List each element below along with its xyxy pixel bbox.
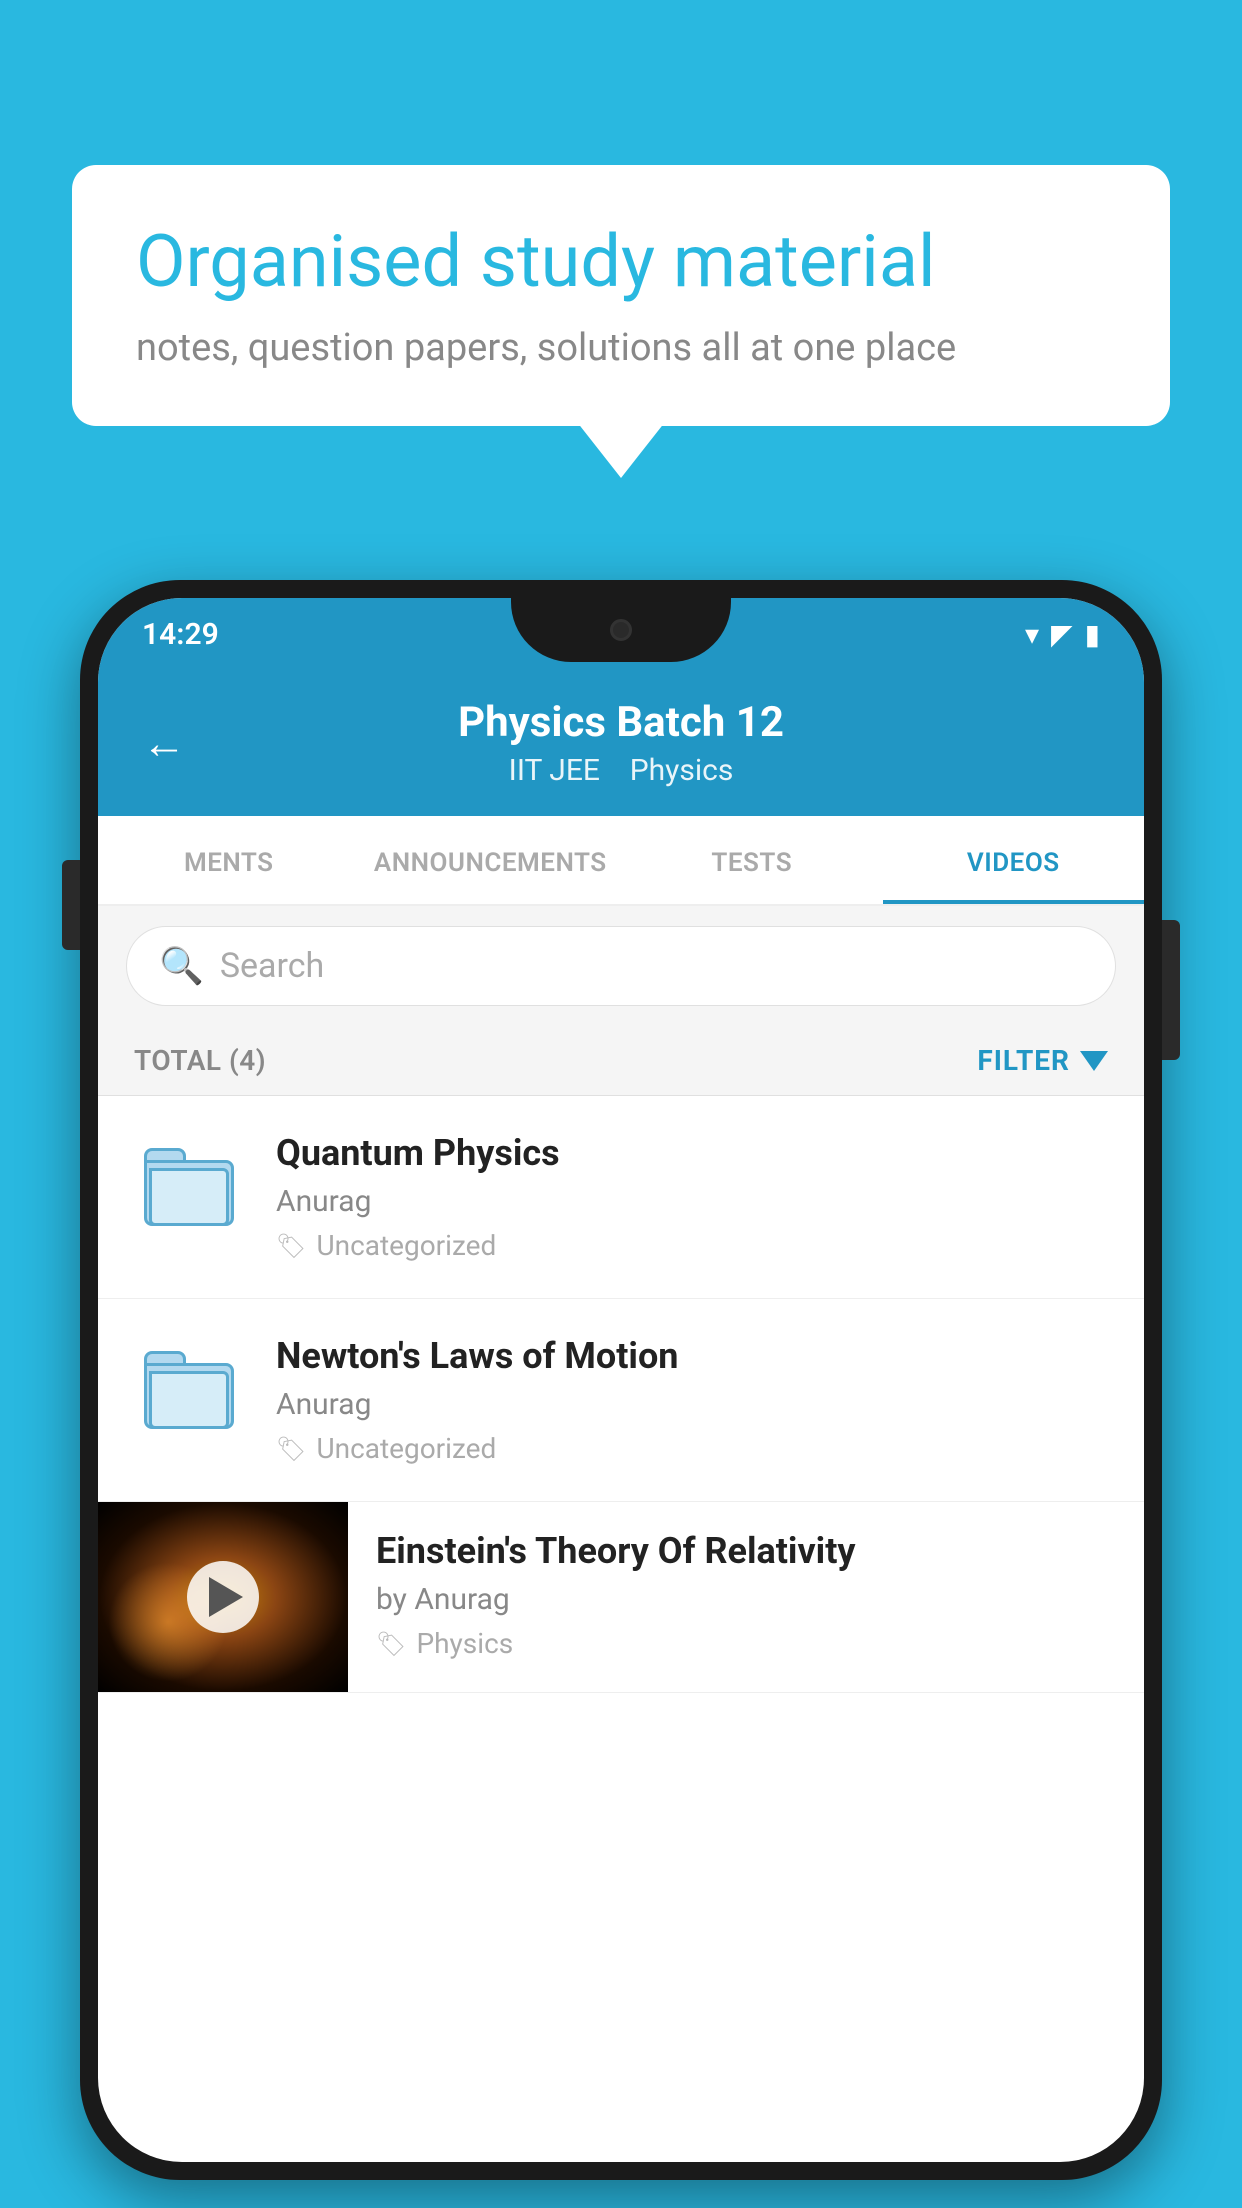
filter-row: TOTAL (4) FILTER — [98, 1026, 1144, 1096]
video-icon-1 — [134, 1132, 244, 1242]
video-title-1: Quantum Physics — [276, 1132, 1108, 1174]
video-item-3[interactable]: Einstein's Theory Of Relativity by Anura… — [98, 1502, 1144, 1693]
video-title-3: Einstein's Theory Of Relativity — [376, 1530, 1116, 1572]
video-info-2: Newton's Laws of Motion Anurag 🏷 Uncateg… — [276, 1335, 1108, 1465]
speech-bubble: Organised study material notes, question… — [72, 165, 1170, 426]
bubble-title: Organised study material — [136, 221, 1106, 304]
tab-videos[interactable]: VIDEOS — [883, 816, 1145, 904]
folder-icon-2 — [144, 1351, 234, 1429]
video-author-3: by Anurag — [376, 1582, 1116, 1617]
tag-iit-jee: IIT JEE — [509, 753, 600, 788]
filter-button[interactable]: FILTER — [977, 1044, 1108, 1077]
status-icons: ▾ ◤ ▮ — [1025, 618, 1100, 651]
tab-ments[interactable]: MENTS — [98, 816, 360, 904]
tag-text-3: Physics — [416, 1627, 513, 1660]
status-time: 14:29 — [142, 617, 219, 652]
camera — [610, 619, 632, 641]
tag-icon-1: 🏷 — [276, 1232, 306, 1260]
filter-icon — [1080, 1051, 1108, 1071]
video-item-2[interactable]: Newton's Laws of Motion Anurag 🏷 Uncateg… — [98, 1299, 1144, 1502]
total-count: TOTAL (4) — [134, 1044, 266, 1077]
play-icon — [209, 1577, 243, 1617]
search-wrapper[interactable]: 🔍 Search — [126, 926, 1116, 1006]
battery-icon: ▮ — [1085, 618, 1100, 651]
header-title: Physics Batch 12 — [458, 698, 784, 747]
video-icon-2 — [134, 1335, 244, 1445]
app-header: ← Physics Batch 12 IIT JEE Physics — [98, 670, 1144, 816]
header-subtitle: IIT JEE Physics — [509, 753, 734, 788]
folder-icon-1 — [144, 1148, 234, 1226]
filter-label: FILTER — [977, 1044, 1070, 1077]
search-bar-container: 🔍 Search — [98, 906, 1144, 1026]
video-thumbnail-3 — [98, 1502, 348, 1692]
wifi-icon: ▾ — [1025, 618, 1039, 651]
back-button[interactable]: ← — [142, 717, 186, 769]
phone-screen: 14:29 ▾ ◤ ▮ ← Physics Batch 12 IIT JEE P… — [98, 598, 1144, 2162]
video-list: Quantum Physics Anurag 🏷 Uncategorized — [98, 1096, 1144, 1693]
video-tag-2: 🏷 Uncategorized — [276, 1432, 1108, 1465]
search-placeholder-text: Search — [220, 946, 324, 986]
tag-text-2: Uncategorized — [316, 1432, 496, 1465]
tag-physics: Physics — [630, 753, 734, 788]
video-info-1: Quantum Physics Anurag 🏷 Uncategorized — [276, 1132, 1108, 1262]
tabs-bar: MENTS ANNOUNCEMENTS TESTS VIDEOS — [98, 816, 1144, 906]
signal-icon: ◤ — [1051, 618, 1073, 651]
tag-icon-3: 🏷 — [376, 1630, 406, 1658]
tab-announcements[interactable]: ANNOUNCEMENTS — [360, 816, 622, 904]
search-icon: 🔍 — [159, 945, 204, 987]
video-tag-1: 🏷 Uncategorized — [276, 1229, 1108, 1262]
video-author-1: Anurag — [276, 1184, 1108, 1219]
video-tag-3: 🏷 Physics — [376, 1627, 1116, 1660]
video-info-3: Einstein's Theory Of Relativity by Anura… — [348, 1502, 1144, 1688]
notch — [511, 598, 731, 662]
video-author-2: Anurag — [276, 1387, 1108, 1422]
tab-tests[interactable]: TESTS — [621, 816, 883, 904]
video-item-1[interactable]: Quantum Physics Anurag 🏷 Uncategorized — [98, 1096, 1144, 1299]
video-title-2: Newton's Laws of Motion — [276, 1335, 1108, 1377]
phone-frame: 14:29 ▾ ◤ ▮ ← Physics Batch 12 IIT JEE P… — [80, 580, 1162, 2180]
bubble-subtitle: notes, question papers, solutions all at… — [136, 326, 1106, 370]
status-bar: 14:29 ▾ ◤ ▮ — [98, 598, 1144, 670]
tag-text-1: Uncategorized — [316, 1229, 496, 1262]
play-button-3[interactable] — [187, 1561, 259, 1633]
tag-icon-2: 🏷 — [276, 1435, 306, 1463]
